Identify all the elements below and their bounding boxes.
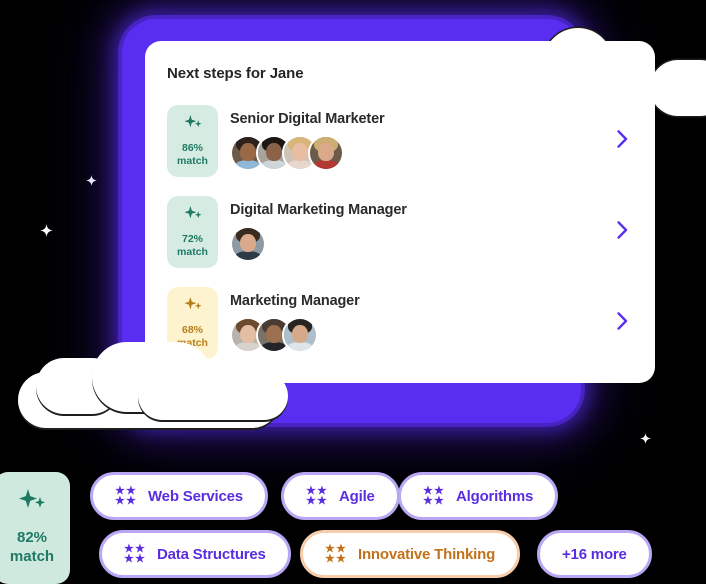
match-label: match xyxy=(177,154,208,167)
skill-tag[interactable]: ★ ★ ★ ★ Agile xyxy=(281,472,400,520)
next-steps-card: Next steps for Jane 86% match Senior Digit… xyxy=(145,41,655,383)
star-icon: ★ xyxy=(306,495,316,507)
star-icon: ★ xyxy=(126,495,136,507)
skill-tag[interactable]: ★ ★ ★ ★ Innovative Thinking xyxy=(300,530,521,578)
skill-tag-label: Innovative Thinking xyxy=(358,545,496,563)
skill-tag[interactable]: +16 more xyxy=(537,530,652,578)
match-percent: 72% xyxy=(181,233,203,246)
job-title: Senior Digital Marketer xyxy=(230,111,385,127)
star-icon: ★ xyxy=(135,553,145,565)
job-info: Digital Marketing Manager xyxy=(230,196,611,268)
skill-tag-label: Data Structures xyxy=(157,545,266,563)
skill-tag-label: Web Services xyxy=(148,487,243,505)
avatar-clothing xyxy=(233,251,263,260)
avatar-stack xyxy=(230,135,611,171)
avatar-clothing xyxy=(285,342,315,351)
sparkle-icon xyxy=(183,115,203,137)
avatar-face xyxy=(292,143,308,161)
avatar-clothing xyxy=(311,160,341,169)
page-title: Next steps for Jane xyxy=(167,65,304,82)
four-stars-icon: ★ ★ ★ ★ xyxy=(115,486,137,507)
star-icon: ★ xyxy=(124,553,134,565)
four-stars-icon: ★ ★ ★ ★ xyxy=(306,486,328,507)
avatar[interactable] xyxy=(308,135,344,171)
star-icon: ★ xyxy=(434,495,444,507)
chevron-right-icon[interactable] xyxy=(611,221,633,243)
match-percent: 86% xyxy=(181,142,203,155)
star-icon: ★ xyxy=(325,553,335,565)
avatar-face xyxy=(318,143,334,161)
skill-tag-label: Algorithms xyxy=(456,487,534,505)
avatar-stack xyxy=(230,317,611,353)
cloud-lobe-flat xyxy=(138,372,288,420)
avatar-face xyxy=(292,325,308,343)
avatar-face xyxy=(240,143,256,161)
skill-tag-list: ★ ★ ★ ★ Web Services ★ ★ ★ ★ Agile ★ ★ ★ ★ Algorithms ★… xyxy=(0,468,706,584)
star-icon: ★ xyxy=(423,495,433,507)
chevron-right-icon[interactable] xyxy=(611,312,633,334)
match-badge: 86% match xyxy=(167,105,218,177)
four-stars-icon: ★ ★ ★ ★ xyxy=(325,544,347,565)
job-row[interactable]: 86% match Senior Digital Marketer xyxy=(167,103,633,179)
background-sparkle-1 xyxy=(86,174,97,190)
sparkle-icon xyxy=(183,206,203,228)
avatar-stack xyxy=(230,226,611,262)
avatar-face xyxy=(266,143,282,161)
match-label: match xyxy=(177,245,208,258)
background-sparkle-3 xyxy=(640,432,651,448)
job-title: Digital Marketing Manager xyxy=(230,202,407,218)
star-icon: ★ xyxy=(115,495,125,507)
match-percent: 68% xyxy=(181,324,203,337)
cloud-right xyxy=(650,60,706,116)
star-icon: ★ xyxy=(336,553,346,565)
screen-root: Next steps for Jane 86% match Senior Digit… xyxy=(0,0,706,584)
job-row[interactable]: 72% match Digital Marketing Manager xyxy=(167,194,633,270)
job-info: Senior Digital Marketer xyxy=(230,105,611,177)
cloud-bottom-left xyxy=(18,340,288,428)
job-title: Marketing Manager xyxy=(230,293,360,309)
match-badge: 72% match xyxy=(167,196,218,268)
four-stars-icon: ★ ★ ★ ★ xyxy=(423,486,445,507)
chevron-right-icon[interactable] xyxy=(611,130,633,152)
skill-tag[interactable]: ★ ★ ★ ★ Web Services xyxy=(90,472,268,520)
star-icon: ★ xyxy=(317,495,327,507)
skill-tag-label: Agile xyxy=(339,487,375,505)
avatar[interactable] xyxy=(230,226,266,262)
skill-tag[interactable]: ★ ★ ★ ★ Algorithms xyxy=(398,472,559,520)
four-stars-icon: ★ ★ ★ ★ xyxy=(124,544,146,565)
background-sparkle-2 xyxy=(40,224,53,241)
sparkle-icon xyxy=(183,297,203,319)
job-info: Marketing Manager xyxy=(230,287,611,359)
skill-tag-label: +16 more xyxy=(562,545,627,563)
skill-tag[interactable]: ★ ★ ★ ★ Data Structures xyxy=(99,530,291,578)
avatar[interactable] xyxy=(282,317,318,353)
avatar-face xyxy=(240,234,256,252)
